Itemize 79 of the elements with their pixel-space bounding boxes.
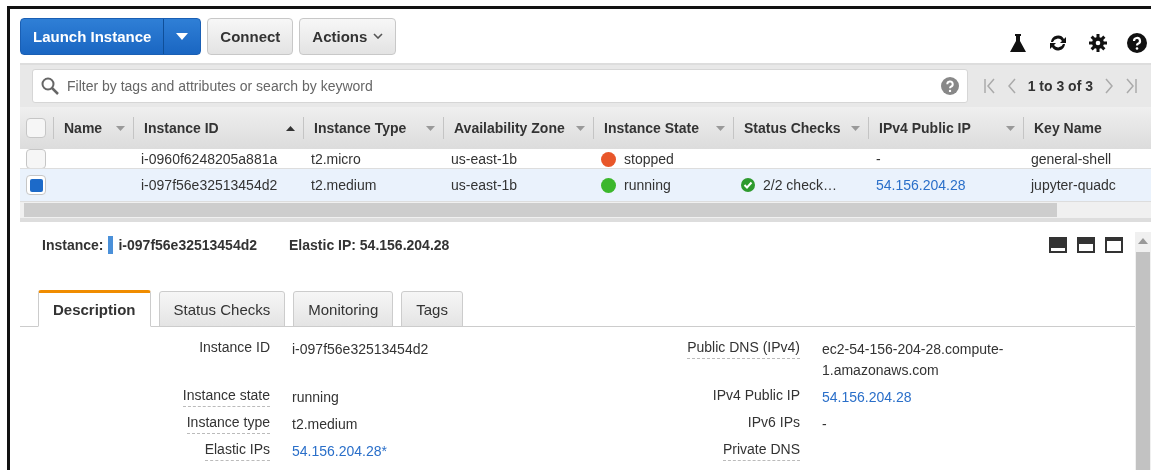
help-icon[interactable]: [1127, 33, 1147, 53]
actions-button[interactable]: Actions: [299, 17, 397, 55]
layout-icon[interactable]: [1105, 237, 1123, 253]
column-header[interactable]: Key Name: [1023, 117, 1151, 139]
search-icon: [41, 77, 59, 95]
search-input[interactable]: Filter by tags and attributes or search by keyword: [65, 77, 935, 95]
instance-id: i-097f56e32513454d2: [118, 237, 258, 253]
table-cell-text: t2.micro: [310, 151, 362, 167]
next-page-button[interactable]: [1105, 78, 1113, 94]
table-cell-text: jupyter-quadc: [1029, 177, 1117, 193]
field-link[interactable]: 54.156.204.28: [822, 387, 1032, 408]
table-cell-text: i-0960f6248205a881a: [140, 151, 279, 167]
settings-icon[interactable]: [1089, 34, 1107, 52]
vertical-scrollbar[interactable]: [1135, 232, 1151, 470]
field-label: Instance state: [182, 387, 270, 407]
table-cell: running: [593, 177, 733, 193]
field-label: IPv4 Public IP: [712, 387, 800, 405]
column-header[interactable]: Instance Type: [303, 117, 443, 139]
table-cell-text: general-shell: [1030, 151, 1113, 167]
sort-down-icon[interactable]: [1006, 125, 1015, 131]
column-header[interactable]: Availability Zone: [443, 117, 593, 139]
sort-down-icon[interactable]: [851, 125, 860, 131]
field-label: Public DNS (IPv4): [687, 339, 800, 359]
caret-icon: [176, 32, 189, 40]
row-checkbox[interactable]: [26, 149, 46, 168]
sort-down-icon[interactable]: [116, 125, 125, 131]
field-label: Instance type: [186, 414, 270, 434]
instance-marker: [108, 236, 114, 254]
column-header[interactable]: Instance State: [593, 117, 733, 139]
field-value: i-097f56e32513454d2: [292, 340, 430, 359]
tab[interactable]: Monitoring: [293, 291, 394, 327]
row-checkbox[interactable]: [26, 175, 46, 195]
field-label: Private DNS: [722, 441, 800, 461]
launch-instance-button[interactable]: Launch Instance: [21, 18, 164, 54]
layout-icon[interactable]: [1077, 237, 1095, 253]
table-cell-text: us-east-1b: [450, 177, 519, 193]
column-header[interactable]: Name: [53, 117, 133, 139]
sort-up-icon[interactable]: [286, 125, 295, 131]
select-all-checkbox[interactable]: [26, 118, 46, 138]
field-label: IPv6 IPs: [747, 414, 800, 432]
tab[interactable]: Description: [38, 290, 151, 327]
tab[interactable]: Status Checks: [158, 291, 286, 327]
column-header[interactable]: Instance ID: [133, 117, 303, 139]
chevron-icon: [373, 33, 384, 39]
table-cell-text: -: [875, 151, 882, 167]
field-link[interactable]: 54.156.204.28*: [292, 441, 502, 462]
table-row[interactable]: i-097f56e32513454d2 t2.medium us-east-1b running 2/2 check… 54.156.204.28 jupyter-quadc: [20, 169, 1151, 202]
field-value: ec2-54-156-204-28.compute-1.amazonaws.com: [822, 340, 1005, 380]
field-label: Instance ID: [199, 339, 270, 357]
column-header[interactable]: Status Checks: [733, 117, 868, 139]
field-value: running: [292, 388, 340, 407]
sort-down-icon[interactable]: [576, 125, 585, 131]
sort-down-icon[interactable]: [426, 125, 435, 131]
field-value: t2.medium: [292, 415, 359, 434]
table-cell-text: t2.medium: [310, 177, 378, 193]
table-cell: 2/2 check…: [733, 177, 868, 193]
connect-button[interactable]: Connect: [207, 17, 294, 55]
ip-link[interactable]: 54.156.204.28: [868, 177, 1023, 193]
field-value: -: [822, 415, 828, 434]
scroll-up-icon[interactable]: [1138, 238, 1148, 244]
flask-icon[interactable]: [1009, 33, 1027, 53]
table-cell: stopped: [593, 151, 733, 167]
last-page-button[interactable]: [1125, 78, 1137, 94]
refresh-icon[interactable]: [1047, 33, 1069, 53]
table-row[interactable]: i-0960f6248205a881a t2.micro us-east-1b stopped - general-shell: [20, 149, 1151, 169]
previous-page-button[interactable]: [1007, 78, 1016, 94]
elastic-ip-label: Elastic IP: 54.156.204.28: [289, 237, 450, 253]
horizontal-scrollbar[interactable]: [20, 202, 1151, 218]
pagination-label: 1 to 3 of 3: [1027, 78, 1093, 94]
field-label: Elastic IPs: [204, 441, 270, 461]
layout-icon[interactable]: [1049, 237, 1067, 253]
tab[interactable]: Tags: [401, 291, 463, 327]
search-field[interactable]: Filter by tags and attributes or search by keyword: [32, 69, 968, 103]
instance-label: Instance:: [42, 237, 104, 253]
sort-down-icon[interactable]: [716, 125, 725, 131]
table-cell-text: i-097f56e32513454d2: [140, 177, 279, 193]
first-page-button[interactable]: [983, 78, 996, 94]
column-header[interactable]: IPv4 Public IP: [868, 117, 1023, 139]
table-cell-text: us-east-1b: [450, 151, 519, 167]
